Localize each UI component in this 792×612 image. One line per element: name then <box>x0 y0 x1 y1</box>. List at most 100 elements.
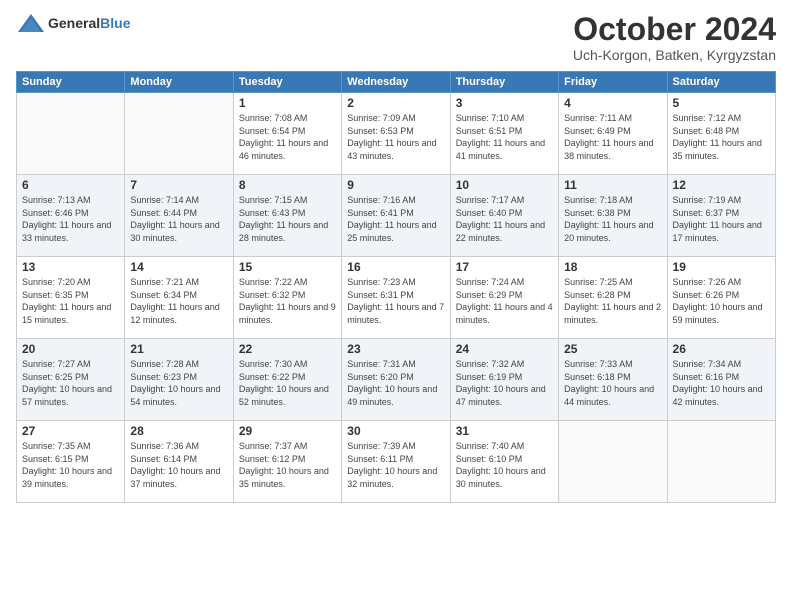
day-number: 25 <box>564 342 661 356</box>
day-info: Sunrise: 7:15 AMSunset: 6:43 PMDaylight:… <box>239 194 336 244</box>
day-info: Sunrise: 7:34 AMSunset: 6:16 PMDaylight:… <box>673 358 770 408</box>
table-row: 10Sunrise: 7:17 AMSunset: 6:40 PMDayligh… <box>450 175 558 257</box>
day-number: 23 <box>347 342 444 356</box>
table-row: 25 Sunrise: 7:33 AMSunset: 6:18 PMDayligh… <box>559 339 667 421</box>
day-info: Sunrise: 7:37 AMSunset: 6:12 PMDaylight:… <box>239 440 336 490</box>
day-info: Sunrise: 7:23 AMSunset: 6:31 PMDaylight:… <box>347 276 444 326</box>
day-number: 31 <box>456 424 553 438</box>
day-number: 11 <box>564 178 661 192</box>
day-info: Sunrise: 7:16 AMSunset: 6:41 PMDaylight:… <box>347 194 444 244</box>
day-info: Sunrise: 7:21 AMSunset: 6:34 PMDaylight:… <box>130 276 227 326</box>
day-number: 8 <box>239 178 336 192</box>
table-row: 7Sunrise: 7:14 AMSunset: 6:44 PMDaylight… <box>125 175 233 257</box>
table-row: 24 Sunrise: 7:32 AMSunset: 6:19 PMDayligh… <box>450 339 558 421</box>
table-row: 20 Sunrise: 7:27 AMSunset: 6:25 PMDayligh… <box>17 339 125 421</box>
day-info: Sunrise: 7:08 AMSunset: 6:54 PMDaylight:… <box>239 112 336 162</box>
table-row: 17 Sunrise: 7:24 AMSunset: 6:29 PMDayligh… <box>450 257 558 339</box>
day-number: 16 <box>347 260 444 274</box>
table-row: 4 Sunrise: 7:11 AMSunset: 6:49 PMDaylight… <box>559 93 667 175</box>
weekday-header-row: Sunday Monday Tuesday Wednesday Thursday… <box>17 72 776 93</box>
header-monday: Monday <box>125 72 233 93</box>
table-row: 12 Sunrise: 7:19 AMSunset: 6:37 PMDayligh… <box>667 175 775 257</box>
day-number: 29 <box>239 424 336 438</box>
day-number: 12 <box>673 178 770 192</box>
calendar-week-row: 1Sunrise: 7:08 AMSunset: 6:54 PMDaylight… <box>17 93 776 175</box>
table-row: 9 Sunrise: 7:16 AMSunset: 6:41 PMDaylight… <box>342 175 450 257</box>
table-row: 3 Sunrise: 7:10 AMSunset: 6:51 PMDaylight… <box>450 93 558 175</box>
header-thursday: Thursday <box>450 72 558 93</box>
table-row <box>17 93 125 175</box>
day-info: Sunrise: 7:27 AMSunset: 6:25 PMDaylight:… <box>22 358 119 408</box>
day-number: 22 <box>239 342 336 356</box>
day-number: 17 <box>456 260 553 274</box>
day-number: 13 <box>22 260 119 274</box>
table-row: 14 Sunrise: 7:21 AMSunset: 6:34 PMDayligh… <box>125 257 233 339</box>
day-info: Sunrise: 7:22 AMSunset: 6:32 PMDaylight:… <box>239 276 336 326</box>
day-info: Sunrise: 7:13 AMSunset: 6:46 PMDaylight:… <box>22 194 119 244</box>
table-row: 2Sunrise: 7:09 AMSunset: 6:53 PMDaylight… <box>342 93 450 175</box>
day-info: Sunrise: 7:09 AMSunset: 6:53 PMDaylight:… <box>347 112 444 162</box>
day-info: Sunrise: 7:11 AMSunset: 6:49 PMDaylight:… <box>564 112 661 162</box>
day-number: 10 <box>456 178 553 192</box>
table-row <box>667 421 775 503</box>
header-tuesday: Tuesday <box>233 72 341 93</box>
day-number: 9 <box>347 178 444 192</box>
table-row: 19Sunrise: 7:26 AMSunset: 6:26 PMDayligh… <box>667 257 775 339</box>
day-number: 6 <box>22 178 119 192</box>
day-number: 15 <box>239 260 336 274</box>
header-saturday: Saturday <box>667 72 775 93</box>
table-row: 5 Sunrise: 7:12 AMSunset: 6:48 PMDaylight… <box>667 93 775 175</box>
day-info: Sunrise: 7:10 AMSunset: 6:51 PMDaylight:… <box>456 112 553 162</box>
header-wednesday: Wednesday <box>342 72 450 93</box>
day-number: 4 <box>564 96 661 110</box>
day-number: 21 <box>130 342 227 356</box>
table-row <box>559 421 667 503</box>
day-number: 18 <box>564 260 661 274</box>
day-info: Sunrise: 7:32 AMSunset: 6:19 PMDaylight:… <box>456 358 553 408</box>
day-info: Sunrise: 7:25 AMSunset: 6:28 PMDaylight:… <box>564 276 661 326</box>
logo-blue: Blue <box>100 15 130 31</box>
calendar-week-row: 6 Sunrise: 7:13 AMSunset: 6:46 PMDaylight… <box>17 175 776 257</box>
day-number: 20 <box>22 342 119 356</box>
table-row: 8 Sunrise: 7:15 AMSunset: 6:43 PMDaylight… <box>233 175 341 257</box>
table-row: 23 Sunrise: 7:31 AMSunset: 6:20 PMDayligh… <box>342 339 450 421</box>
calendar-week-row: 27 Sunrise: 7:35 AMSunset: 6:15 PMDayligh… <box>17 421 776 503</box>
day-info: Sunrise: 7:36 AMSunset: 6:14 PMDaylight:… <box>130 440 227 490</box>
table-row: 31Sunrise: 7:40 AMSunset: 6:10 PMDayligh… <box>450 421 558 503</box>
header-friday: Friday <box>559 72 667 93</box>
calendar-week-row: 13Sunrise: 7:20 AMSunset: 6:35 PMDayligh… <box>17 257 776 339</box>
header: GeneralBlue October 2024 Uch-Korgon, Bat… <box>16 12 776 63</box>
page: GeneralBlue October 2024 Uch-Korgon, Bat… <box>0 0 792 612</box>
calendar-week-row: 20 Sunrise: 7:27 AMSunset: 6:25 PMDayligh… <box>17 339 776 421</box>
day-number: 3 <box>456 96 553 110</box>
table-row: 29 Sunrise: 7:37 AMSunset: 6:12 PMDayligh… <box>233 421 341 503</box>
table-row: 6 Sunrise: 7:13 AMSunset: 6:46 PMDaylight… <box>17 175 125 257</box>
day-number: 14 <box>130 260 227 274</box>
header-sunday: Sunday <box>17 72 125 93</box>
logo-general: General <box>48 15 100 31</box>
day-info: Sunrise: 7:35 AMSunset: 6:15 PMDaylight:… <box>22 440 119 490</box>
table-row: 27 Sunrise: 7:35 AMSunset: 6:15 PMDayligh… <box>17 421 125 503</box>
day-number: 7 <box>130 178 227 192</box>
table-row: 15 Sunrise: 7:22 AMSunset: 6:32 PMDayligh… <box>233 257 341 339</box>
day-number: 5 <box>673 96 770 110</box>
table-row: 28Sunrise: 7:36 AMSunset: 6:14 PMDayligh… <box>125 421 233 503</box>
day-info: Sunrise: 7:31 AMSunset: 6:20 PMDaylight:… <box>347 358 444 408</box>
month-title: October 2024 <box>573 12 776 47</box>
day-number: 27 <box>22 424 119 438</box>
table-row: 11Sunrise: 7:18 AMSunset: 6:38 PMDayligh… <box>559 175 667 257</box>
table-row: 30Sunrise: 7:39 AMSunset: 6:11 PMDayligh… <box>342 421 450 503</box>
day-number: 19 <box>673 260 770 274</box>
day-number: 24 <box>456 342 553 356</box>
table-row: 18 Sunrise: 7:25 AMSunset: 6:28 PMDayligh… <box>559 257 667 339</box>
table-row: 13Sunrise: 7:20 AMSunset: 6:35 PMDayligh… <box>17 257 125 339</box>
day-info: Sunrise: 7:12 AMSunset: 6:48 PMDaylight:… <box>673 112 770 162</box>
title-section: October 2024 Uch-Korgon, Batken, Kyrgyzs… <box>573 12 776 63</box>
table-row: 16 Sunrise: 7:23 AMSunset: 6:31 PMDayligh… <box>342 257 450 339</box>
location-title: Uch-Korgon, Batken, Kyrgyzstan <box>573 47 776 63</box>
day-info: Sunrise: 7:33 AMSunset: 6:18 PMDaylight:… <box>564 358 661 408</box>
table-row <box>125 93 233 175</box>
day-info: Sunrise: 7:24 AMSunset: 6:29 PMDaylight:… <box>456 276 553 326</box>
day-info: Sunrise: 7:30 AMSunset: 6:22 PMDaylight:… <box>239 358 336 408</box>
day-info: Sunrise: 7:19 AMSunset: 6:37 PMDaylight:… <box>673 194 770 244</box>
